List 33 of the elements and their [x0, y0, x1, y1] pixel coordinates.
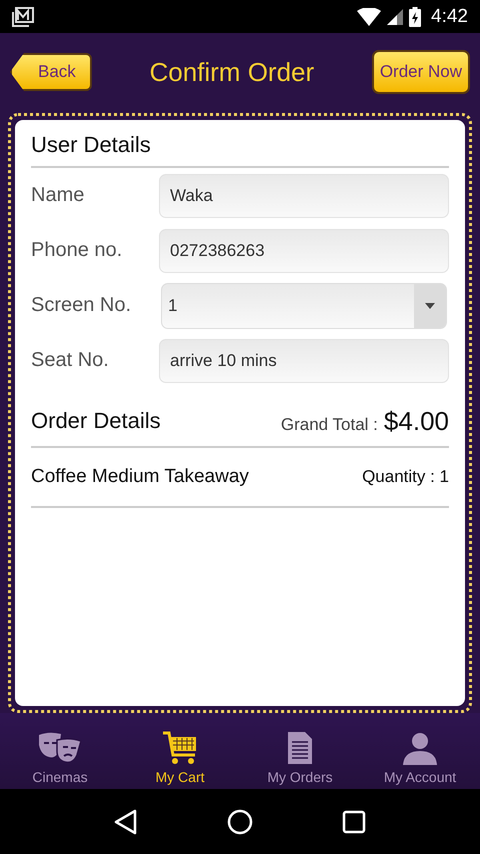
- item-quantity: Quantity : 1: [362, 467, 449, 487]
- input-field[interactable]: 0272386263: [159, 228, 449, 272]
- dropdown-field[interactable]: 1: [161, 282, 447, 328]
- item-name: Coffee Medium Takeaway: [31, 466, 249, 488]
- field-label: Name: [31, 184, 86, 207]
- input-field[interactable]: Waka: [159, 174, 449, 218]
- mail-notification-icon: [12, 6, 34, 26]
- tab[interactable]: My Account: [360, 713, 480, 789]
- recents-nav-icon[interactable]: [342, 810, 366, 834]
- field-label: Seat No.: [31, 349, 110, 372]
- section-heading: Order Details: [31, 408, 161, 434]
- field-label: Screen No.: [31, 294, 132, 317]
- status-time: 4:42: [431, 6, 468, 28]
- person-icon: [402, 731, 438, 765]
- field-label: Phone no.: [31, 239, 124, 262]
- tab[interactable]: My Orders: [240, 713, 360, 789]
- total-label: Grand Total :: [280, 414, 378, 434]
- grand-total: $4.00: [384, 406, 449, 436]
- section-heading: User Details: [31, 131, 152, 159]
- tab[interactable]: My Cart: [120, 713, 240, 789]
- signal-icon: [387, 8, 404, 24]
- shopping-cart-icon: [162, 731, 198, 765]
- battery-icon: [409, 6, 422, 26]
- input-field[interactable]: arrive 10 mins: [159, 338, 449, 382]
- back-button[interactable]: Back: [10, 53, 92, 91]
- dropdown-caret-icon: [425, 302, 435, 308]
- order-now-button[interactable]: Order Now: [372, 50, 470, 94]
- screen-title: Confirm Order: [149, 56, 314, 88]
- tab[interactable]: Cinemas: [0, 713, 120, 789]
- document-icon: [287, 731, 313, 765]
- back-nav-icon[interactable]: [114, 808, 138, 834]
- home-nav-icon[interactable]: [226, 808, 253, 834]
- wifi-icon: [357, 8, 382, 26]
